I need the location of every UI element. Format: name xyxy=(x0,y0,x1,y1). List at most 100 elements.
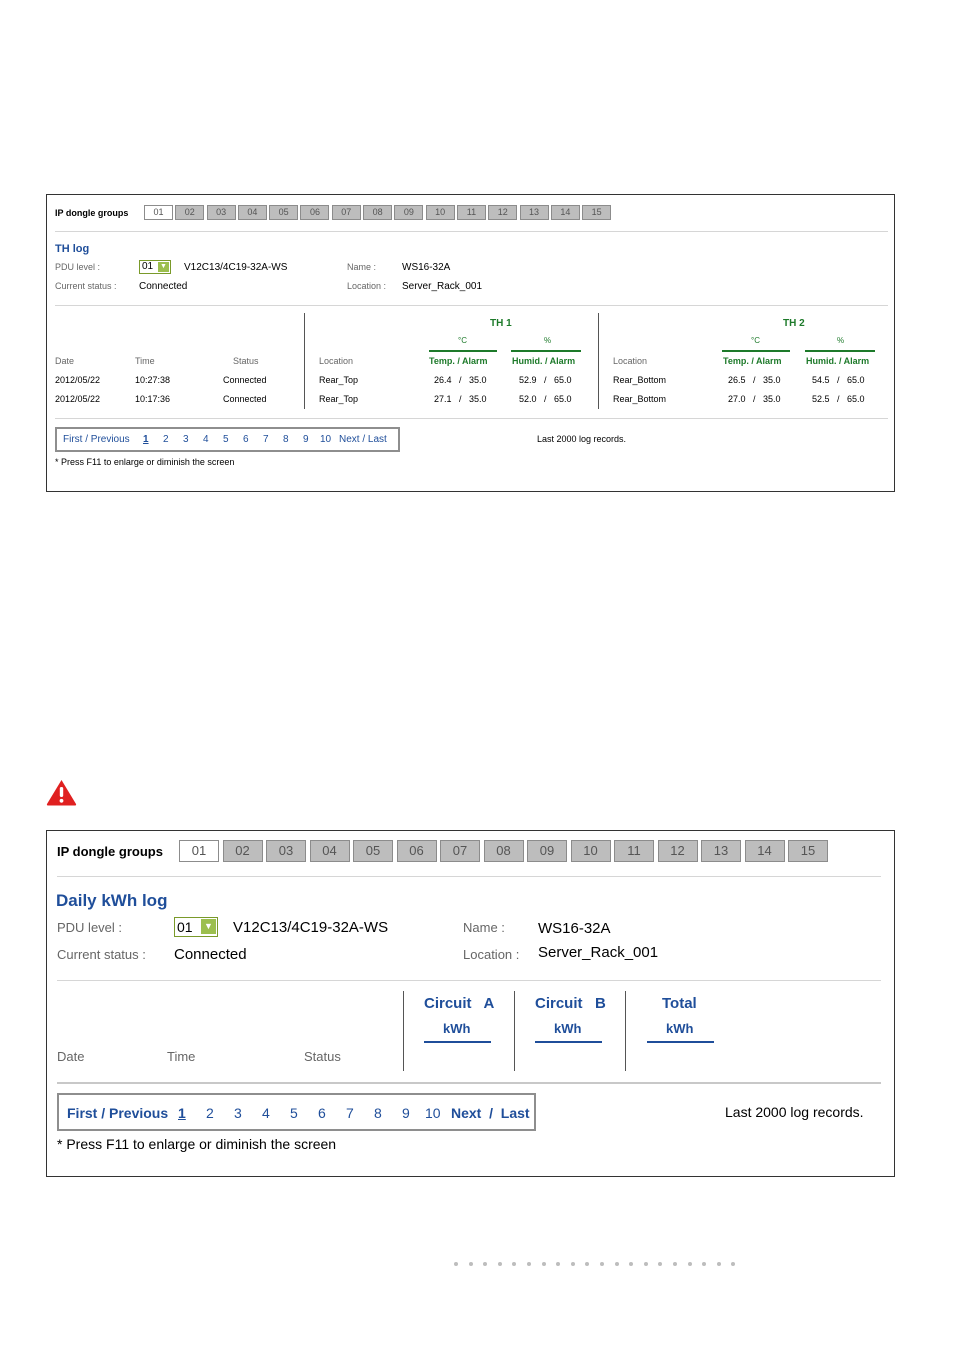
dot xyxy=(512,1262,517,1266)
dot xyxy=(614,1262,619,1266)
page-link-1[interactable]: 1 xyxy=(178,1105,186,1121)
group-tab-01[interactable]: 01 xyxy=(144,205,173,220)
page-link-2[interactable]: 2 xyxy=(206,1105,214,1121)
th2-unit-pct: % xyxy=(837,336,845,345)
group-tab-11[interactable]: 11 xyxy=(614,840,654,862)
page-link-1[interactable]: 1 xyxy=(143,434,149,445)
group-tab-02[interactable]: 02 xyxy=(222,840,263,862)
chevron-down-icon: ▼ xyxy=(201,919,216,934)
underline xyxy=(511,350,581,352)
pdu-level-select[interactable]: 01 ▼ xyxy=(174,917,218,937)
page-link-4[interactable]: 4 xyxy=(203,434,209,445)
pdu-model: V12C13/4C19-32A-WS xyxy=(184,262,288,273)
group-tab-01[interactable]: 01 xyxy=(179,840,219,862)
dot xyxy=(643,1262,648,1266)
page-link-8[interactable]: 8 xyxy=(283,434,289,445)
group-tab-09[interactable]: 09 xyxy=(394,205,424,220)
th1-col-temp: Temp. / Alarm xyxy=(429,356,488,366)
next-last-link[interactable]: Next / Last xyxy=(339,434,387,445)
first-previous-link[interactable]: First / Previous xyxy=(63,434,130,445)
underline xyxy=(647,1041,714,1043)
cell-status: Connected xyxy=(223,394,267,404)
records-note: Last 2000 log records. xyxy=(537,434,627,444)
group-tab-12[interactable]: 12 xyxy=(657,840,698,862)
group-tab-13[interactable]: 13 xyxy=(519,205,549,220)
first-previous-link[interactable]: First / Previous xyxy=(67,1105,168,1121)
page-link-7[interactable]: 7 xyxy=(263,434,269,445)
th1-unit-c: °C xyxy=(458,336,467,345)
group-tab-06[interactable]: 06 xyxy=(300,205,330,220)
group-tab-04[interactable]: 04 xyxy=(237,205,267,220)
page-link-10[interactable]: 10 xyxy=(425,1105,441,1121)
underline xyxy=(805,350,875,352)
th2-col-humid: Humid. / Alarm xyxy=(806,356,870,366)
dot xyxy=(687,1262,692,1266)
circuit-b-unit: kWh xyxy=(554,1021,582,1036)
underline xyxy=(424,1041,491,1043)
th1-title: TH 1 xyxy=(490,318,512,329)
next-last-link[interactable]: Next / Last xyxy=(451,1105,530,1121)
page-link-3[interactable]: 3 xyxy=(234,1105,242,1121)
group-tab-02[interactable]: 02 xyxy=(175,205,205,220)
group-tab-06[interactable]: 06 xyxy=(396,840,437,862)
name-label: Name : xyxy=(463,920,505,935)
th-log-panel: IP dongle groups 01 02 03 04 05 06 07 08… xyxy=(46,194,895,492)
dot xyxy=(731,1262,736,1266)
kwh-log-panel: IP dongle groups 01 02 03 04 05 06 07 08… xyxy=(46,830,895,1177)
page-link-7[interactable]: 7 xyxy=(346,1105,354,1121)
group-tab-08[interactable]: 08 xyxy=(363,205,393,220)
group-tab-15[interactable]: 15 xyxy=(788,840,828,862)
page-link-2[interactable]: 2 xyxy=(163,434,169,445)
pdu-level-value: 01 xyxy=(142,261,154,272)
page-link-5[interactable]: 5 xyxy=(223,434,229,445)
page-link-6[interactable]: 6 xyxy=(243,434,249,445)
cell-temp-1: 26.4 / 35.0 xyxy=(434,375,487,385)
chevron-down-icon: ▼ xyxy=(158,262,169,272)
group-tab-10[interactable]: 10 xyxy=(570,840,611,862)
page-link-6[interactable]: 6 xyxy=(318,1105,326,1121)
group-tab-07[interactable]: 07 xyxy=(331,205,361,220)
page-link-9[interactable]: 9 xyxy=(303,434,309,445)
location-value: Server_Rack_001 xyxy=(402,281,483,292)
page-link-10[interactable]: 10 xyxy=(320,434,331,445)
group-tab-03[interactable]: 03 xyxy=(206,205,236,220)
status-value: Connected xyxy=(174,946,247,963)
total-unit: kWh xyxy=(666,1021,694,1036)
pdu-level-select[interactable]: 01 ▼ xyxy=(139,260,171,274)
group-tab-11[interactable]: 11 xyxy=(456,205,486,220)
column-separator xyxy=(304,313,305,409)
circuit-b-title: Circuit B xyxy=(535,995,606,1012)
group-tab-07[interactable]: 07 xyxy=(440,840,480,862)
group-tab-09[interactable]: 09 xyxy=(527,840,567,862)
dot xyxy=(629,1262,634,1266)
cell-temp-2: 27.0 / 35.0 xyxy=(728,394,781,404)
location-value: Server_Rack_001 xyxy=(538,944,659,961)
dot xyxy=(497,1262,502,1266)
group-tab-14[interactable]: 14 xyxy=(744,840,785,862)
group-tab-14[interactable]: 14 xyxy=(550,205,580,220)
group-tab-10[interactable]: 10 xyxy=(425,205,455,220)
group-tab-04[interactable]: 04 xyxy=(309,840,350,862)
page-link-3[interactable]: 3 xyxy=(183,434,189,445)
group-tab-05[interactable]: 05 xyxy=(353,840,393,862)
dot xyxy=(483,1262,488,1266)
group-tab-03[interactable]: 03 xyxy=(266,840,306,862)
page-link-8[interactable]: 8 xyxy=(374,1105,382,1121)
group-tab-05[interactable]: 05 xyxy=(269,205,299,220)
page-link-9[interactable]: 9 xyxy=(402,1105,410,1121)
divider xyxy=(55,418,888,419)
page-link-5[interactable]: 5 xyxy=(290,1105,298,1121)
page-link-4[interactable]: 4 xyxy=(262,1105,270,1121)
status-label: Current status : xyxy=(55,281,117,291)
divider xyxy=(57,980,881,981)
dot xyxy=(672,1262,677,1266)
group-tab-15[interactable]: 15 xyxy=(582,205,612,220)
dot xyxy=(541,1262,546,1266)
th2-title: TH 2 xyxy=(783,318,805,329)
dot xyxy=(570,1262,575,1266)
underline xyxy=(535,1041,602,1043)
group-tab-13[interactable]: 13 xyxy=(701,840,741,862)
group-tab-12[interactable]: 12 xyxy=(488,205,518,220)
name-label: Name : xyxy=(347,262,377,272)
group-tab-08[interactable]: 08 xyxy=(483,840,524,862)
